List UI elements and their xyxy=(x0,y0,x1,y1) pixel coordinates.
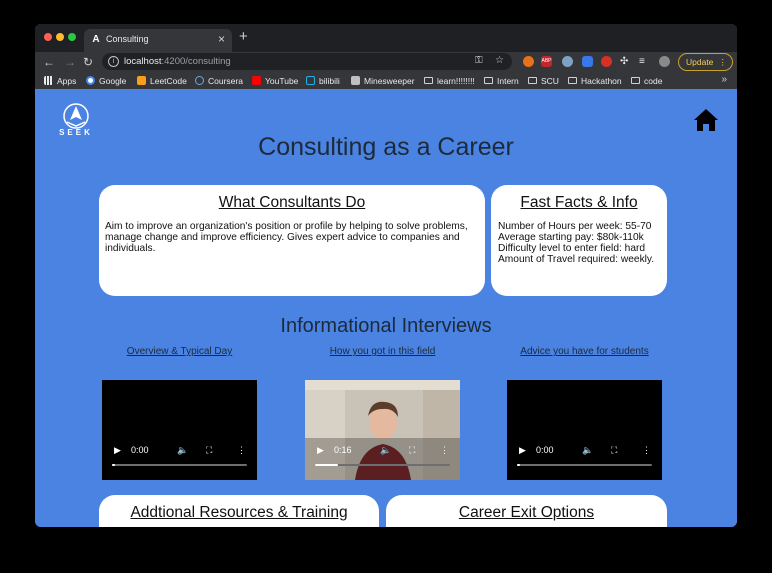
leetcode-icon xyxy=(137,76,146,85)
more-options-icon[interactable]: ⋮ xyxy=(642,444,651,456)
bookmark-folder-scu[interactable]: SCU xyxy=(528,75,559,87)
play-icon[interactable]: ▶ xyxy=(114,444,121,456)
bookmark-minesweeper[interactable]: Minesweeper xyxy=(351,75,415,87)
fact-travel: Amount of Travel required: weekly. xyxy=(498,254,655,265)
extension-search-icon[interactable] xyxy=(562,56,573,67)
close-tab-icon[interactable]: × xyxy=(218,32,225,46)
new-tab-button[interactable]: + xyxy=(239,29,248,45)
fact-hours: Number of Hours per week: 55-70 xyxy=(498,221,652,232)
more-options-icon[interactable]: ⋮ xyxy=(440,444,449,456)
play-icon[interactable]: ▶ xyxy=(519,444,526,456)
bookmark-folder-hackathon[interactable]: Hackathon xyxy=(568,75,622,87)
home-icon[interactable] xyxy=(693,108,719,132)
card-body: Aim to improve an organization's positio… xyxy=(105,221,468,254)
fullscreen-icon[interactable]: ⛶ xyxy=(206,444,212,456)
site-info-icon[interactable]: i xyxy=(108,56,119,67)
folder-icon xyxy=(631,77,640,84)
career-exit-card: Career Exit Options xyxy=(386,495,667,527)
google-icon xyxy=(86,76,95,85)
video-link-how-got-in[interactable]: How you got in this field xyxy=(305,346,460,357)
coursera-icon xyxy=(195,76,204,85)
back-arrow-icon[interactable]: ← xyxy=(43,54,55,70)
close-window-button[interactable] xyxy=(44,33,52,41)
video-link-overview[interactable]: Overview & Typical Day xyxy=(102,346,257,357)
bookmark-folder-code[interactable]: code xyxy=(631,75,662,87)
bookmark-apps[interactable]: Apps xyxy=(44,75,76,87)
extension-fox-icon[interactable] xyxy=(523,56,534,67)
video-progress-bar[interactable] xyxy=(517,464,652,466)
minesweeper-icon xyxy=(351,76,360,85)
more-options-icon[interactable]: ⋮ xyxy=(237,444,246,456)
video-progress-bar[interactable] xyxy=(315,464,450,466)
video-time: 0:00 xyxy=(131,445,149,455)
maximize-window-button[interactable] xyxy=(68,33,76,41)
forward-arrow-icon[interactable]: → xyxy=(64,54,76,70)
angular-favicon-icon: A xyxy=(92,34,100,45)
bookmark-coursera[interactable]: Coursera xyxy=(195,75,243,87)
video-time: 0:00 xyxy=(536,445,554,455)
bookmark-leetcode[interactable]: LeetCode xyxy=(137,75,187,87)
bookmark-bilibili[interactable]: bilibili xyxy=(306,75,340,87)
tab-title: Consulting xyxy=(106,34,149,44)
update-button[interactable]: Update ⋮ xyxy=(678,53,733,71)
tab-strip: A Consulting × + xyxy=(35,24,737,52)
minimize-window-button[interactable] xyxy=(56,33,64,41)
adblock-icon[interactable]: ABP xyxy=(541,56,552,67)
key-icon[interactable]: ⚿ xyxy=(475,55,483,66)
page-title: Consulting as a Career xyxy=(258,133,514,161)
more-bookmarks-button[interactable]: » xyxy=(721,74,727,85)
fullscreen-icon[interactable]: ⛶ xyxy=(611,444,617,456)
fact-difficulty: Difficulty level to enter field: hard xyxy=(498,243,646,254)
url-text: localhost:4200/consulting xyxy=(124,56,231,67)
fullscreen-icon[interactable]: ⛶ xyxy=(409,444,415,456)
bookmark-google[interactable]: Google xyxy=(86,75,126,87)
card-title: Career Exit Options xyxy=(458,504,595,521)
resources-card: Addtional Resources & Training xyxy=(99,495,379,527)
video-player-overview[interactable]: ▶ 0:00 🔈 ⛶ ⋮ xyxy=(102,380,257,480)
bookmark-folder-learn[interactable]: learn!!!!!!!! xyxy=(424,75,475,87)
fact-pay: Average starting pay: $80k-110k xyxy=(498,232,644,243)
volume-icon[interactable]: 🔈 xyxy=(582,444,593,456)
card-title: Addtional Resources & Training xyxy=(130,504,348,521)
tab-consulting[interactable]: A Consulting × xyxy=(84,29,232,52)
facts-list: Number of Hours per week: 55-70 Average … xyxy=(498,221,657,265)
page-content: SEEK Consulting as a Career What Consult… xyxy=(35,89,737,527)
address-bar[interactable]: i localhost:4200/consulting ⚿ ☆ xyxy=(102,53,512,70)
browser-window: A Consulting × + ← → ↻ i localhost:4200/… xyxy=(35,24,737,527)
translate-icon[interactable] xyxy=(582,56,593,67)
video-link-advice[interactable]: Advice you have for students xyxy=(507,346,662,357)
browser-toolbar: ← → ↻ i localhost:4200/consulting ⚿ ☆ AB… xyxy=(35,52,737,72)
video-progress-bar[interactable] xyxy=(112,464,247,466)
bookmarks-bar: Apps Google LeetCode Coursera YouTube bi… xyxy=(35,72,737,89)
folder-icon xyxy=(568,77,577,84)
video-player-advice[interactable]: ▶ 0:00 🔈 ⛶ ⋮ xyxy=(507,380,662,480)
volume-icon[interactable]: 🔈 xyxy=(177,444,188,456)
reading-list-icon[interactable]: ≡ xyxy=(639,56,650,67)
bookmark-star-icon[interactable]: ☆ xyxy=(495,55,504,66)
video-time: 0:16 xyxy=(334,445,352,455)
youtube-icon xyxy=(252,76,261,85)
bilibili-icon xyxy=(306,76,315,85)
folder-icon xyxy=(424,77,433,84)
reload-icon[interactable]: ↻ xyxy=(83,54,93,70)
menu-dots-icon[interactable]: ⋮ xyxy=(712,54,728,70)
card-title: Fast Facts & Info xyxy=(520,194,638,211)
extensions-puzzle-icon[interactable]: ✣ xyxy=(620,56,631,67)
video-player-how-got-in[interactable]: ▶ 0:16 🔈 ⛶ ⋮ xyxy=(305,380,460,480)
fast-facts-card: Fast Facts & Info Number of Hours per we… xyxy=(491,185,667,296)
apps-grid-icon xyxy=(44,76,53,85)
folder-icon xyxy=(528,77,537,84)
interviews-heading: Informational Interviews xyxy=(280,315,492,337)
volume-icon[interactable]: 🔈 xyxy=(380,444,391,456)
bookmark-youtube[interactable]: YouTube xyxy=(252,75,298,87)
profile-avatar[interactable] xyxy=(659,56,670,67)
extension-shield-icon[interactable] xyxy=(601,56,612,67)
bookmark-folder-intern[interactable]: Intern xyxy=(484,75,519,87)
play-icon[interactable]: ▶ xyxy=(317,444,324,456)
what-consultants-do-card: What Consultants Do Aim to improve an or… xyxy=(99,185,485,296)
folder-icon xyxy=(484,77,493,84)
card-title: What Consultants Do xyxy=(218,194,366,211)
